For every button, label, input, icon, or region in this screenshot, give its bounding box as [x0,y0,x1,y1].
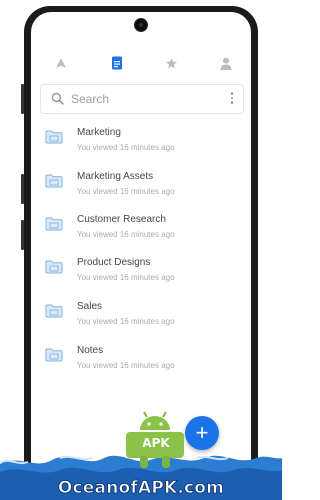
list-item[interactable]: Marketing Assets You viewed 16 minutes a… [31,164,251,208]
list-item[interactable]: Customer Research You viewed 16 minutes … [31,207,251,251]
files-icon [112,56,122,70]
file-meta: You viewed 16 minutes ago [77,187,175,196]
more-options-icon[interactable] [229,92,235,106]
tab-home[interactable] [46,50,76,76]
list-item[interactable]: Marketing You viewed 16 minutes ago [31,120,251,164]
folder-icon [45,130,63,144]
front-camera [134,18,148,32]
file-name: Notes [77,345,104,356]
search-input[interactable] [71,91,211,107]
file-name: Marketing Assets [77,171,154,182]
file-name: Marketing [77,127,121,138]
folder-icon [45,217,63,231]
file-name: Sales [77,301,103,312]
list-item[interactable]: Product Designs You viewed 16 minutes ag… [31,250,251,294]
power-button [21,220,24,250]
account-icon [220,57,232,70]
tab-files[interactable] [102,50,132,76]
folder-icon [45,348,63,362]
file-meta: You viewed 16 minutes ago [77,317,175,326]
watermark-badge: APK [142,436,170,450]
list-item[interactable]: Notes You viewed 16 minutes ago [31,338,251,382]
file-name: Customer Research [77,214,166,225]
add-button[interactable]: + [185,416,219,450]
star-icon [165,57,177,68]
top-tab-bar [31,50,251,76]
list-item[interactable]: Sales You viewed 16 minutes ago [31,294,251,338]
app-screen: Marketing You viewed 16 minutes ago Mark… [31,12,251,498]
file-meta: You viewed 16 minutes ago [77,143,175,152]
file-meta: You viewed 16 minutes ago [77,230,175,239]
folder-icon [45,174,63,188]
tab-account[interactable] [211,50,241,76]
watermark-text: OceanofAPK.com [57,478,225,499]
home-icon [56,58,66,68]
search-bar[interactable] [40,84,244,114]
phone-frame: Marketing You viewed 16 minutes ago Mark… [21,6,258,500]
file-name: Product Designs [77,257,151,268]
tab-starred[interactable] [156,50,186,76]
file-meta: You viewed 16 minutes ago [77,361,175,370]
file-meta: You viewed 16 minutes ago [77,273,175,282]
volume-button [21,174,24,204]
folder-icon [45,304,63,318]
search-icon [51,92,64,105]
folder-icon [45,260,63,274]
volume-button [21,84,24,114]
